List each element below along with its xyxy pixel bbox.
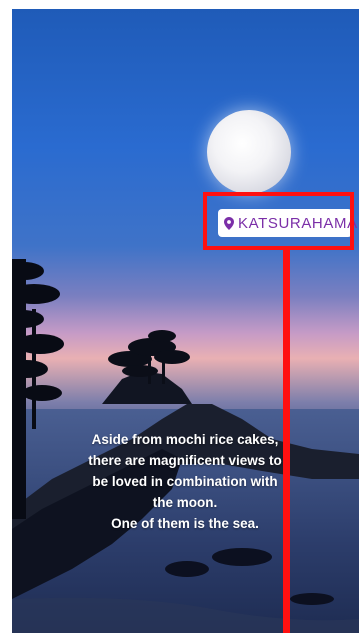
- caption-line: One of them is the sea.: [111, 516, 259, 531]
- caption-line: Aside from mochi rice cakes,: [91, 432, 279, 447]
- highlight-pointer-line: [283, 250, 290, 633]
- highlight-box: [203, 192, 354, 250]
- story-caption: Aside from mochi rice cakes, there are m…: [60, 429, 310, 534]
- caption-line: be loved in combination with: [92, 474, 278, 489]
- caption-line: there are magnificent views to: [88, 453, 282, 468]
- caption-line: the moon.: [152, 495, 218, 510]
- coastline-silhouette: [12, 259, 359, 633]
- story-photo: KATSURAHAMA Aside from mochi rice cakes,…: [12, 9, 359, 633]
